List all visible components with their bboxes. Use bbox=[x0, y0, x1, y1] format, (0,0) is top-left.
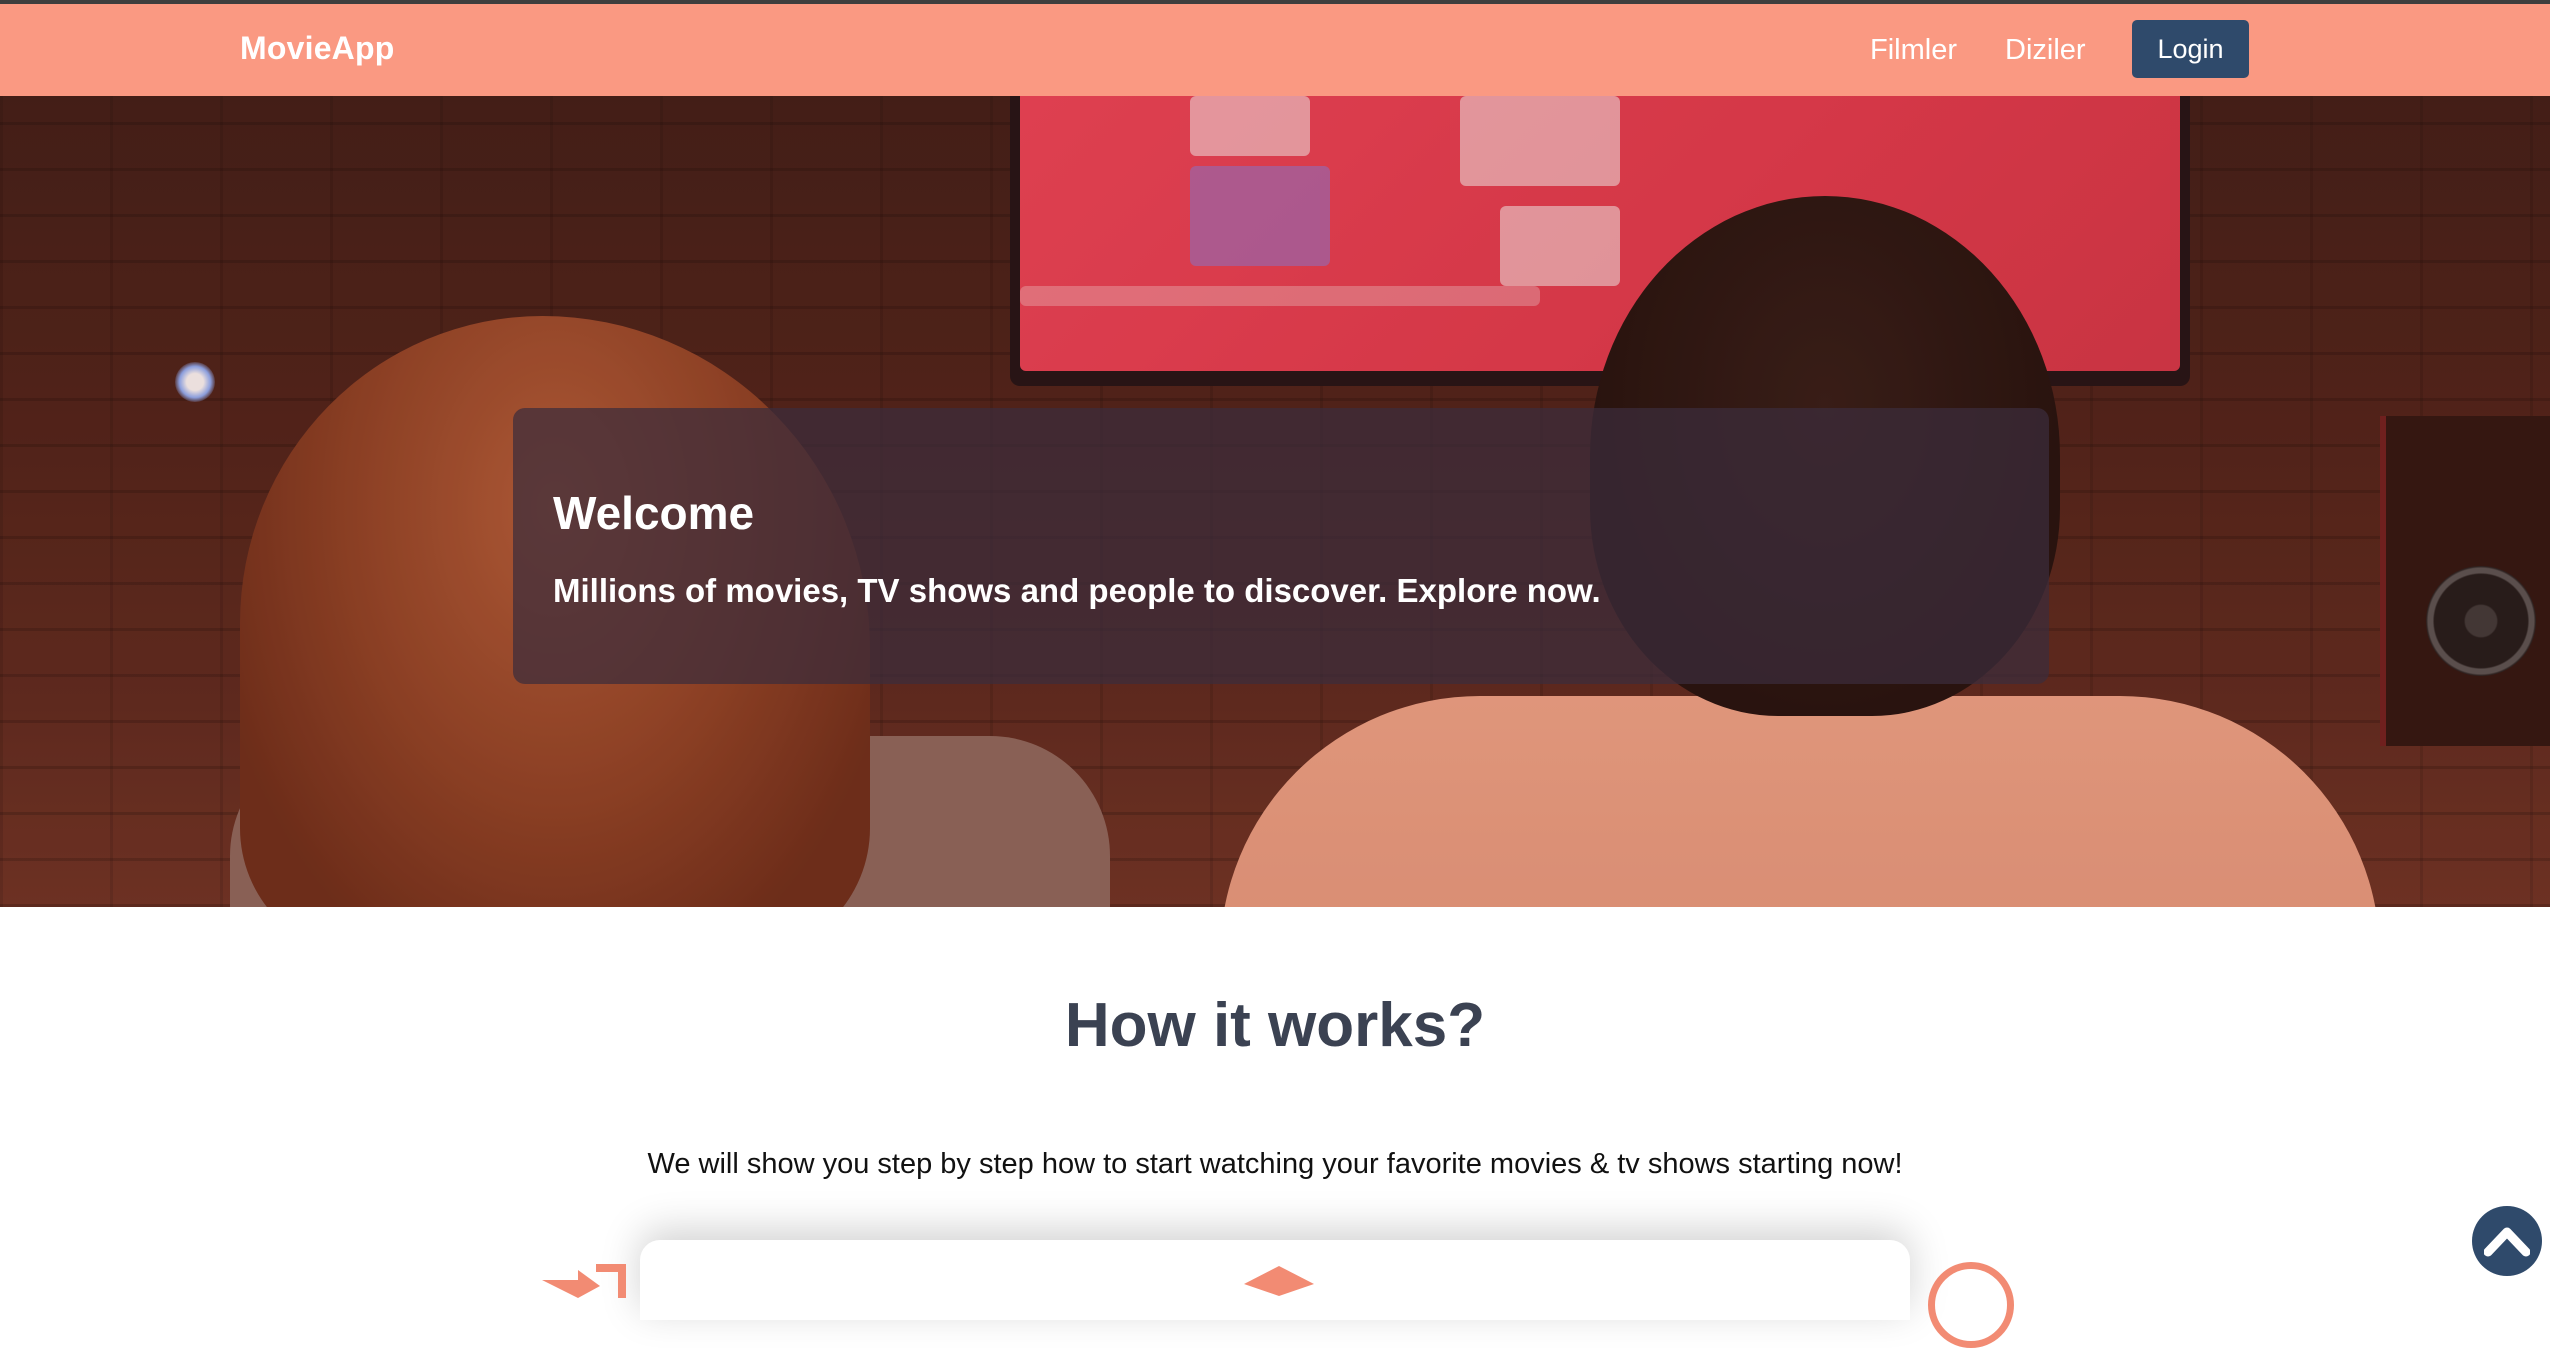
navbar: MovieApp Filmler Diziler Login bbox=[0, 4, 2550, 96]
how-it-works-title: How it works? bbox=[1064, 991, 1486, 1060]
welcome-box: Welcome Millions of movies, TV shows and… bbox=[513, 408, 2049, 684]
how-it-works-description: We will show you step by step how to sta… bbox=[647, 1148, 1903, 1180]
nav-link-diziler[interactable]: Diziler bbox=[2005, 34, 2086, 67]
circle-icon bbox=[1928, 1262, 2014, 1348]
login-arrow-icon bbox=[542, 1264, 626, 1298]
scroll-to-top-button[interactable] bbox=[2472, 1206, 2542, 1276]
chevron-up-icon bbox=[2484, 1227, 2530, 1257]
nav-link-filmler[interactable]: Filmler bbox=[1870, 34, 1957, 67]
welcome-subtitle: Millions of movies, TV shows and people … bbox=[553, 572, 1601, 609]
login-button[interactable]: Login bbox=[2132, 20, 2249, 78]
welcome-title: Welcome bbox=[553, 487, 755, 539]
brand-logo[interactable]: MovieApp bbox=[240, 30, 395, 67]
